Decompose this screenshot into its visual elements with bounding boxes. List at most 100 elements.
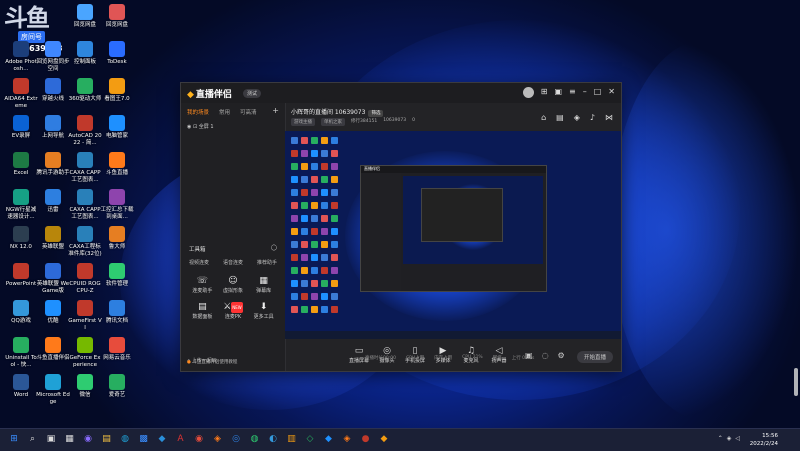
store-icon[interactable]: ▩ — [138, 433, 150, 445]
window-titlebar[interactable]: ◆ 直播伴侣 测试 ⊞ ▣ ≡ – □ ✕ — [181, 83, 621, 103]
desktop-icon[interactable]: GameFirst VI — [68, 300, 102, 332]
meta-category[interactable]: 游戏主播 — [291, 118, 315, 126]
tool-1[interactable]: ☺ 虚拟形象 — [218, 276, 249, 294]
desktop-icon[interactable]: GeForce Experience — [68, 337, 102, 369]
desktop-icon[interactable]: Uninstall Tool - 快... — [4, 337, 38, 369]
share-icon[interactable]: ⋈ — [605, 113, 613, 122]
volume-icon[interactable]: ◁ — [735, 435, 740, 442]
stream-preview[interactable]: 直播伴侣 — [285, 131, 621, 339]
app-icon[interactable]: ◇ — [304, 433, 316, 445]
desktop-icon[interactable]: 工控汇总下载到桌面... — [100, 189, 134, 221]
add-scene-icon[interactable]: + — [272, 107, 279, 116]
edge-icon[interactable]: ◍ — [119, 433, 131, 445]
desktop-icon[interactable]: Excel — [4, 152, 38, 177]
tab-voice-link[interactable]: 语音连麦 — [223, 259, 243, 266]
maximize-icon[interactable]: □ — [594, 87, 602, 98]
desktop-icon[interactable]: CAXA工程标 准件库(32位) — [68, 226, 102, 258]
desktop-icon[interactable]: Adobe Photosh... — [4, 41, 38, 73]
folder-icon[interactable]: ▥ — [286, 433, 298, 445]
menu-icon[interactable]: ≡ — [569, 87, 576, 98]
tool-4[interactable]: ⚔NEW 连麦PK — [218, 302, 249, 320]
task-view-icon[interactable]: ▣ — [45, 433, 57, 445]
desktop-icon[interactable]: 鲁大师 — [100, 226, 134, 251]
lock-icon[interactable]: ⊡ — [193, 124, 197, 130]
task-icon[interactable]: ◈ — [574, 113, 580, 122]
desktop-icon[interactable]: 回览网盘同步空间 — [36, 41, 70, 73]
desktop-icon[interactable]: 看图王7.0 — [100, 78, 134, 103]
user-avatar[interactable] — [522, 87, 534, 98]
douyu-icon[interactable]: ◈ — [341, 433, 353, 445]
widgets-icon[interactable]: ▦ — [64, 433, 76, 445]
desktop-icon[interactable]: 腾讯文档 — [100, 300, 134, 325]
minimize-icon[interactable]: – — [583, 87, 587, 98]
scrollbar[interactable] — [794, 368, 798, 396]
tab-hd[interactable]: 可高清 — [240, 108, 257, 116]
eye-icon[interactable]: ◉ — [187, 124, 191, 130]
desktop-icon[interactable]: 软件管理 — [100, 263, 134, 288]
desktop-icon[interactable]: Microsoft Edge — [36, 374, 70, 406]
windows-start-icon[interactable]: ⊞ — [8, 433, 20, 445]
app-icon[interactable]: ◆ — [378, 433, 390, 445]
scene-item[interactable]: ◉ ⊡ 全屏 1 — [181, 121, 285, 132]
desktop-icon[interactable]: 爱奇艺 — [100, 374, 134, 399]
file-explorer-icon[interactable]: ▤ — [101, 433, 113, 445]
notification-icon[interactable]: ♪ — [590, 113, 595, 122]
tutorial-note[interactable]: ● 斗鱼直播伴侣使用教程 — [187, 359, 237, 365]
tool-3[interactable]: ▤ 数据面板 — [187, 302, 218, 320]
desktop-icon[interactable]: 网易云音乐 — [100, 337, 134, 362]
app-icon[interactable]: ◆ — [323, 433, 335, 445]
tool-5[interactable]: ⬇ 更多工具 — [248, 302, 279, 320]
desktop-icon[interactable]: 上网导航 — [36, 115, 70, 140]
desktop-icon[interactable]: EV录屏 — [4, 115, 38, 140]
browser-icon[interactable]: ◐ — [267, 433, 279, 445]
toolbox-toggle-icon[interactable]: ◯ — [271, 245, 277, 253]
desktop-icon[interactable]: 优酷 — [36, 300, 70, 325]
desktop-icon[interactable]: 微信 — [68, 374, 102, 399]
tab-video-link[interactable]: 视频连麦 — [189, 259, 209, 266]
desktop-icon[interactable]: 回览网盘 — [68, 4, 102, 29]
meta-subcategory[interactable]: 单机之家 — [321, 118, 345, 126]
tool-0[interactable]: ☏ 连麦助手 — [187, 276, 218, 294]
desktop-icon[interactable]: CAXA CAPP 工艺图表... — [68, 189, 102, 221]
douyu-icon[interactable]: ◈ — [212, 433, 224, 445]
desktop-icon[interactable]: 英雄联盟 — [36, 226, 70, 251]
close-icon[interactable]: ✕ — [608, 87, 615, 98]
app-icon[interactable]: ● — [360, 433, 372, 445]
desktop-icon[interactable]: 360驱动大师 — [68, 78, 102, 103]
desktop-icon[interactable]: 穿越火线 — [36, 78, 70, 103]
desktop-icon[interactable]: Word — [4, 374, 38, 399]
desktop-icon[interactable]: 回览网盘 — [100, 4, 134, 29]
desktop-icon[interactable]: 英雄联盟 WeGame版 — [36, 263, 70, 295]
desktop-icon[interactable]: 斗鱼直播伴侣 — [36, 337, 70, 362]
desktop-icon[interactable]: NGW行星减速器设计... — [4, 189, 38, 221]
network-icon[interactable]: ◈ — [727, 435, 732, 442]
app-icon[interactable]: ◎ — [230, 433, 242, 445]
clock[interactable]: 15:56 2022/2/24 — [750, 432, 778, 448]
tab-my-scenes[interactable]: 我的场景 — [187, 108, 209, 116]
gift-icon[interactable]: ⌂ — [541, 113, 546, 122]
autocad-icon[interactable]: A — [175, 433, 187, 445]
desktop-icon[interactable]: QQ游戏 — [4, 300, 38, 325]
netease-music-icon[interactable]: ◉ — [193, 433, 205, 445]
room-badge[interactable]: 筛选 — [368, 110, 384, 117]
desktop-icon[interactable]: 腾讯手游助手 — [36, 152, 70, 177]
desktop-icon[interactable]: NX 12.0 — [4, 226, 38, 251]
settings-icon[interactable]: ⊞ — [541, 87, 548, 98]
shop-icon[interactable]: ▤ — [556, 113, 564, 122]
desktop-icon[interactable]: CAXA CAPP 工艺图表... — [68, 152, 102, 184]
desktop-icon[interactable]: ToDesk — [100, 41, 134, 66]
wechat-icon[interactable]: ◍ — [249, 433, 261, 445]
tool-2[interactable]: ▦ 弹幕库 — [248, 276, 279, 294]
desktop-icon[interactable]: 迅雷 — [36, 189, 70, 214]
chevron-up-icon[interactable]: ⌃ — [718, 435, 723, 442]
desktop-icon[interactable]: CPUID ROG CPU-Z — [68, 263, 102, 295]
desktop-icon[interactable]: AutoCAD 2022 - 简... — [68, 115, 102, 147]
version-badge[interactable]: 测试 — [243, 89, 262, 98]
tab-common[interactable]: 常用 — [219, 108, 230, 116]
chat-icon[interactable]: ◉ — [82, 433, 94, 445]
message-icon[interactable]: ▣ — [554, 87, 562, 98]
app-icon[interactable]: ◆ — [156, 433, 168, 445]
desktop-icon[interactable]: PowerPoint — [4, 263, 38, 288]
tab-recommend[interactable]: 推荐助手 — [257, 259, 277, 266]
desktop-icon[interactable]: 斗鱼直播 — [100, 152, 134, 177]
